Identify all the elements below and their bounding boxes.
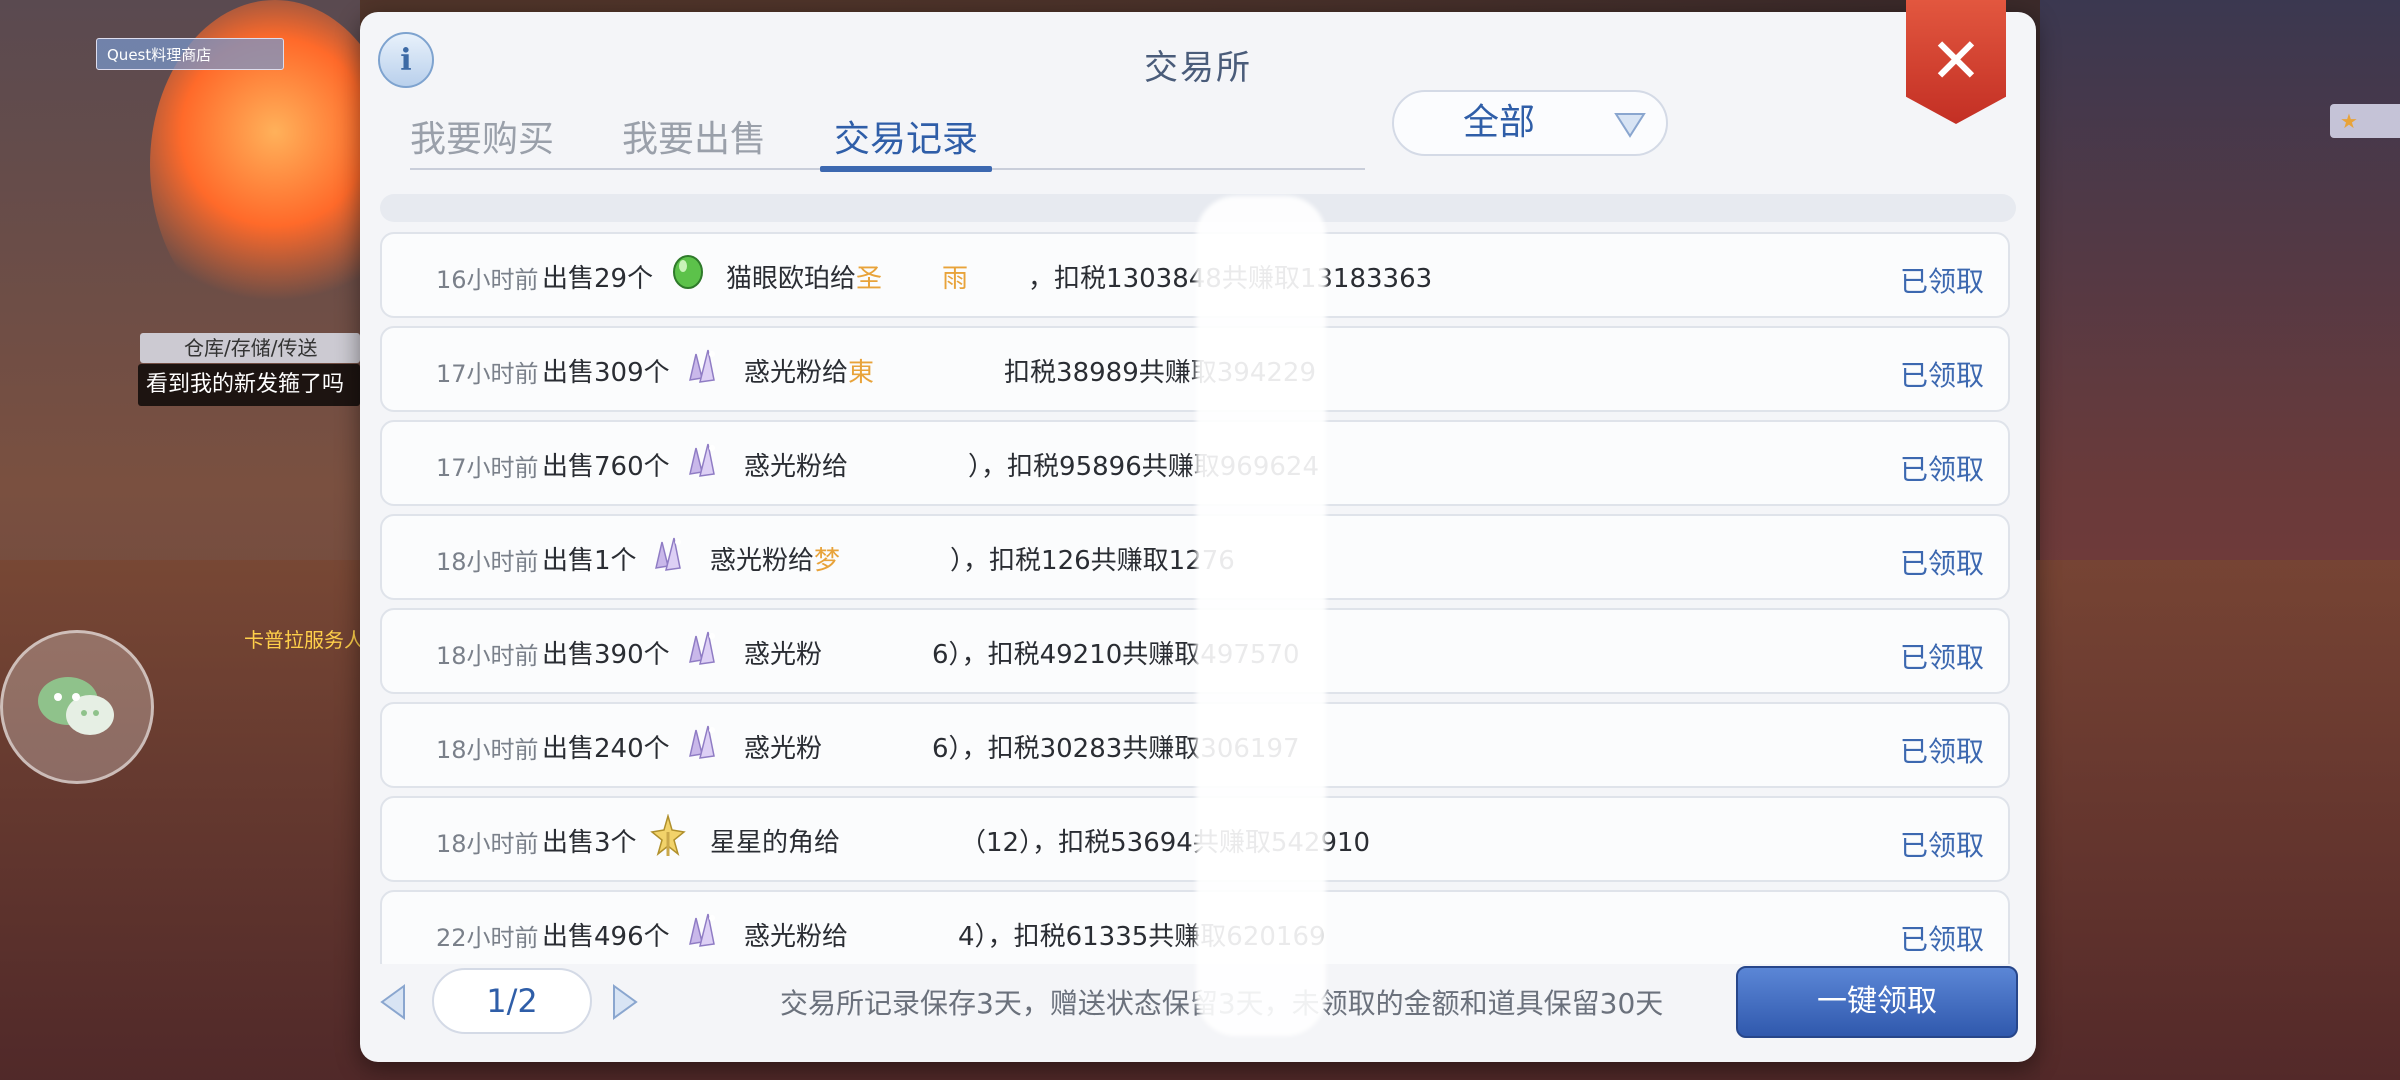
record-status[interactable]: 已领取 bbox=[1900, 354, 1984, 394]
record-status[interactable]: 已领取 bbox=[1900, 918, 1984, 958]
tab-trade-records[interactable]: 交易记录 bbox=[819, 110, 993, 172]
npc-chat-bubble: 看到我的新发箍了吗 bbox=[138, 364, 360, 406]
warehouse-tag[interactable]: 仓库/存储/传送 bbox=[140, 333, 360, 363]
record-time: 18小时前 bbox=[436, 548, 539, 576]
record-buyer-suffix: 4） bbox=[958, 922, 988, 952]
record-quantity: 出售496个 bbox=[542, 922, 670, 952]
green-gem-icon bbox=[673, 255, 703, 289]
dialog-title: 交易所 bbox=[1144, 48, 1252, 88]
trade-record-row: 16小时前 出售29个 猫眼欧珀给圣雨，扣税1303848共赚取13183363… bbox=[380, 232, 2010, 318]
trade-record-row: 17小时前 出售309个 惑光粉给東 扣税38989共赚取394229 已领取 bbox=[380, 326, 2010, 412]
record-time: 18小时前 bbox=[436, 736, 539, 764]
record-buyer-name: 東 bbox=[848, 358, 875, 388]
page-prev-icon[interactable] bbox=[378, 982, 408, 1022]
record-item-name: 惑光粉 bbox=[744, 734, 823, 764]
record-time: 18小时前 bbox=[436, 642, 539, 670]
trade-record-row: 17小时前 出售760个 惑光粉给 ），扣税95896共赚取969624 已领取 bbox=[380, 420, 2010, 506]
record-tax-earnings: ，扣税126共赚取1276 bbox=[963, 546, 1235, 576]
record-item-name: 惑光粉给 bbox=[744, 358, 849, 388]
right-edge-badge[interactable]: ★ bbox=[2330, 104, 2400, 138]
record-quantity: 出售390个 bbox=[542, 640, 670, 670]
star-horn-icon bbox=[650, 814, 686, 857]
trade-record-row: 18小时前 出售1个 惑光粉给梦 ），扣税126共赚取1276 已领取 bbox=[380, 514, 2010, 600]
record-buyer-suffix: 6） bbox=[932, 734, 962, 764]
record-item-name: 惑光粉 bbox=[744, 640, 823, 670]
record-time: 16小时前 bbox=[436, 266, 539, 294]
filter-selected: 全部 bbox=[1462, 102, 1535, 143]
crystal-powder-icon bbox=[689, 443, 715, 477]
record-quantity: 出售1个 bbox=[542, 546, 637, 576]
record-quantity: 出售240个 bbox=[542, 734, 670, 764]
record-time: 17小时前 bbox=[436, 360, 539, 388]
record-buyer-suffix: ） bbox=[950, 546, 964, 576]
record-status[interactable]: 已领取 bbox=[1900, 824, 1984, 864]
record-quantity: 出售760个 bbox=[542, 452, 670, 482]
record-buyer-suffix: （12） bbox=[960, 828, 1033, 858]
close-button[interactable]: ✕ bbox=[1906, 0, 2006, 124]
record-time: 17小时前 bbox=[436, 454, 539, 482]
record-item-name: 星星的角给 bbox=[710, 828, 841, 858]
tab-bar: 我要购买 我要出售 交易记录 bbox=[410, 100, 1370, 172]
record-status[interactable]: 已领取 bbox=[1900, 730, 1984, 770]
tab-sell[interactable]: 我要出售 bbox=[622, 110, 766, 162]
close-icon: ✕ bbox=[1930, 24, 1982, 97]
list-top-edge bbox=[380, 194, 2016, 222]
record-item-name: 惑光粉给 bbox=[710, 546, 815, 576]
record-status[interactable]: 已领取 bbox=[1900, 542, 1984, 582]
record-quantity: 出售309个 bbox=[542, 358, 670, 388]
trade-record-row: 18小时前 出售3个 星星的角给（12），扣税53694共赚取542910 已领… bbox=[380, 796, 2010, 882]
record-description: 猫眼欧珀给圣雨，扣税1303848共赚取13183363 bbox=[726, 258, 1432, 295]
privacy-blur-overlay bbox=[1196, 196, 1326, 1036]
trade-record-row: 22小时前 出售496个 惑光粉给 4），扣税61335共赚取620169 已领取 bbox=[380, 890, 2010, 964]
page-indicator: 1/2 bbox=[432, 968, 592, 1034]
crystal-powder-icon bbox=[689, 725, 715, 759]
filter-dropdown[interactable]: 全部 bbox=[1392, 90, 1668, 156]
trade-record-row: 18小时前 出售390个 惑光粉 6），扣税49210共赚取497570 已领取 bbox=[380, 608, 2010, 694]
record-quantity: 出售3个 bbox=[542, 828, 637, 858]
record-item-name: 猫眼欧珀给 bbox=[726, 264, 857, 294]
record-status[interactable]: 已领取 bbox=[1900, 636, 1984, 676]
tab-buy[interactable]: 我要购买 bbox=[410, 110, 554, 162]
record-buyer-suffix: 雨 bbox=[942, 264, 969, 294]
trade-record-row: 18小时前 出售240个 惑光粉 6），扣税30283共赚取306197 已领取 bbox=[380, 702, 2010, 788]
record-buyer-name: 圣 bbox=[856, 264, 883, 294]
record-buyer-name: 梦 bbox=[814, 546, 841, 576]
record-item-name: 惑光粉给 bbox=[744, 452, 849, 482]
crystal-powder-icon bbox=[689, 913, 715, 947]
crystal-powder-icon bbox=[689, 349, 715, 383]
record-status[interactable]: 已领取 bbox=[1900, 448, 1984, 488]
trade-exchange-dialog: i 交易所 ✕ 我要购买 我要出售 交易记录 全部 16小时前 出售29个 猫眼… bbox=[360, 0, 2036, 1062]
claim-all-button[interactable]: 一键领取 bbox=[1736, 966, 2018, 1038]
record-time: 18小时前 bbox=[436, 830, 539, 858]
record-quantity: 出售29个 bbox=[542, 264, 654, 294]
record-buyer-suffix: 6） bbox=[932, 640, 962, 670]
crystal-powder-icon bbox=[689, 631, 715, 665]
crystal-powder-icon bbox=[655, 537, 681, 571]
chat-button[interactable] bbox=[0, 630, 154, 784]
npc-shop-tag[interactable]: Quest料理商店 bbox=[96, 38, 284, 70]
record-time: 22小时前 bbox=[436, 924, 539, 952]
record-buyer-suffix: ） bbox=[968, 452, 982, 482]
record-item-name: 惑光粉给 bbox=[744, 922, 849, 952]
record-status[interactable]: 已领取 bbox=[1900, 260, 1984, 300]
record-description: 惑光粉给梦 ），扣税126共赚取1276 bbox=[710, 540, 1235, 577]
page-next-icon[interactable] bbox=[610, 982, 640, 1022]
chat-bubbles-icon bbox=[38, 677, 114, 735]
chevron-down-icon bbox=[1614, 113, 1646, 138]
